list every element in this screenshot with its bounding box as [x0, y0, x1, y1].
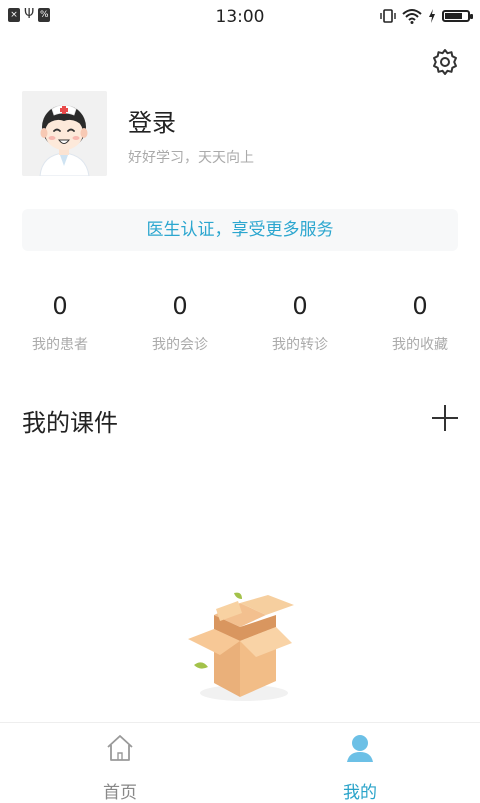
tab-mine-label: 我的 — [343, 783, 377, 803]
empty-box-icon — [188, 592, 294, 701]
vibrate-icon — [380, 9, 396, 23]
stat-value: 0 — [412, 292, 428, 320]
tab-mine[interactable]: 我的 — [240, 723, 480, 803]
stat-value: 0 — [292, 292, 308, 320]
login-link[interactable]: 登录 — [128, 103, 176, 138]
status-right-icons — [380, 8, 473, 24]
status-bar: × Ψ % 13:00 — [0, 0, 480, 34]
user-icon — [347, 735, 373, 762]
courseware-title: 我的课件 — [22, 409, 118, 437]
stat-label: 我的患者 — [32, 337, 88, 353]
home-icon — [107, 735, 133, 761]
profile-motto: 好好学习，天天向上 — [128, 150, 254, 166]
battery-icon — [442, 10, 473, 22]
stat-favorites[interactable]: 0 我的收藏 — [360, 290, 480, 354]
stat-patients[interactable]: 0 我的患者 — [0, 290, 120, 354]
stat-label: 我的收藏 — [392, 337, 448, 353]
avatar[interactable] — [22, 91, 107, 176]
settings-gear-icon[interactable] — [430, 47, 460, 77]
stats-row: 0 我的患者 0 我的会诊 0 我的转诊 0 我的收藏 — [0, 290, 480, 360]
tab-home-label: 首页 — [103, 783, 137, 803]
bottom-tab-bar: 首页 我的 — [0, 722, 480, 803]
charging-icon — [429, 9, 435, 23]
stat-referrals[interactable]: 0 我的转诊 — [240, 290, 360, 354]
stat-value: 0 — [172, 292, 188, 320]
doctor-certification-button[interactable]: 医生认证，享受更多服务 — [22, 209, 458, 251]
plus-icon[interactable] — [430, 403, 460, 433]
stat-label: 我的转诊 — [272, 337, 328, 353]
tab-home[interactable]: 首页 — [0, 723, 240, 803]
stat-consultations[interactable]: 0 我的会诊 — [120, 290, 240, 354]
stat-label: 我的会诊 — [152, 337, 208, 353]
wifi-icon — [402, 9, 422, 24]
doctor-avatar-icon — [22, 91, 107, 176]
stat-value: 0 — [52, 292, 68, 320]
battery-level — [445, 13, 462, 19]
